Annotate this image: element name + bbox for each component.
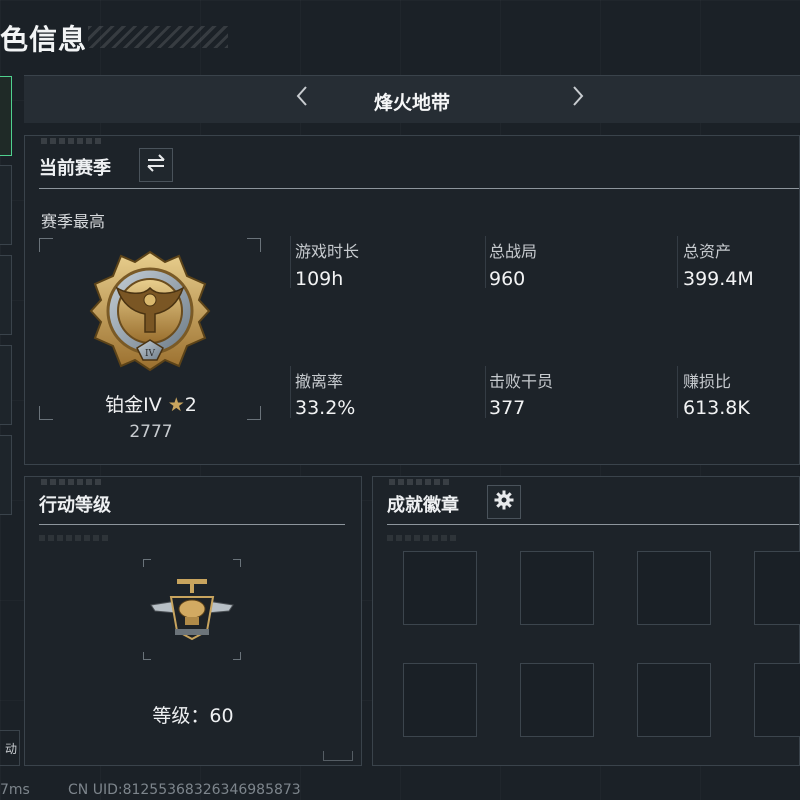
season-swap-button[interactable] [139,148,173,182]
gear-icon [494,490,514,514]
stat-divider [677,366,678,418]
side-tab-3[interactable] [0,255,12,335]
panel-decoration [389,479,449,485]
panel-decoration [387,535,457,541]
stat-value-profit-ratio: 613.8K [683,397,750,419]
side-tab-1[interactable] [0,76,12,156]
badges-panel-title: 成就徽章 [387,495,459,516]
stat-divider [290,236,291,288]
rank-score: 2777 [129,422,173,442]
side-tab-2[interactable] [0,165,12,245]
side-tab-5[interactable] [0,435,12,515]
svg-text:IV: IV [145,349,156,359]
stat-label-kills: 击败干员 [489,372,554,391]
stat-value-playtime: 109h [295,268,344,290]
stat-value-assets: 399.4M [683,268,754,290]
frame-corner [39,238,53,252]
badges-settings-button[interactable] [487,485,521,519]
badge-slot[interactable] [520,663,594,737]
stat-value-extract-rate: 33.2% [295,397,356,419]
rank-name: 铂金IV [105,394,162,416]
badge-slot[interactable] [403,551,477,625]
frame-corner [143,559,151,567]
level-text: 等级：60 [152,705,234,727]
stat-divider [677,236,678,288]
rank-name-row: 铂金IV ★2 [41,390,261,417]
page-title: 色信息 [0,23,88,56]
helicopter-level-icon [147,571,237,651]
panel-decoration [39,535,109,541]
stat-divider [485,236,486,288]
stat-label-profit-ratio: 赚损比 [683,372,732,391]
side-tab-4[interactable] [0,345,12,425]
badge-slot[interactable] [754,663,800,737]
rank-emblem-icon: IV [87,248,213,378]
rank-stars: 2 [184,394,197,416]
stat-divider [485,366,486,418]
badge-slot[interactable] [637,663,711,737]
season-panel-title: 当前赛季 [39,158,111,179]
panel-decoration [41,479,101,485]
ping-display: 7ms [0,782,30,798]
stat-value-matches: 960 [489,268,526,290]
side-action-button[interactable]: 动 [0,730,20,766]
badge-slot[interactable] [520,551,594,625]
panel-decoration [41,138,101,144]
frame-corner [233,559,241,567]
frame-corner [233,652,241,660]
panel-divider [39,524,345,525]
season-best-label: 赛季最高 [41,212,106,231]
player-uid: CN UID:812553683263469858​73 [68,782,301,798]
chevron-right-icon[interactable] [566,84,590,115]
frame-corner [143,652,151,660]
badges-panel: 成就徽章 [372,476,800,766]
season-panel: 当前赛季 赛季最高 IV 铂金IV ★2 2777 游戏时长 109h 总战局 … [24,135,800,465]
mode-selector: 烽火地带 [24,75,800,123]
swap-arrows-icon [146,154,166,176]
badge-slot[interactable] [754,551,800,625]
mode-name: 烽火地带 [373,92,450,114]
star-icon: ★ [167,394,185,416]
level-panel: 行动等级 等级：60 [24,476,362,766]
panel-decoration [323,751,353,761]
title-decoration [88,26,228,48]
level-panel-title: 行动等级 [39,495,111,516]
stat-label-playtime: 游戏时长 [295,242,360,261]
panel-divider [39,188,799,189]
stat-value-kills: 377 [489,397,526,419]
badge-slot[interactable] [403,663,477,737]
stat-label-assets: 总资产 [683,242,732,261]
frame-corner [247,238,261,252]
stat-label-matches: 总战局 [489,242,538,261]
stat-label-extract-rate: 撤离率 [295,372,344,391]
panel-divider [387,524,799,525]
badge-slot[interactable] [637,551,711,625]
stat-divider [290,366,291,418]
